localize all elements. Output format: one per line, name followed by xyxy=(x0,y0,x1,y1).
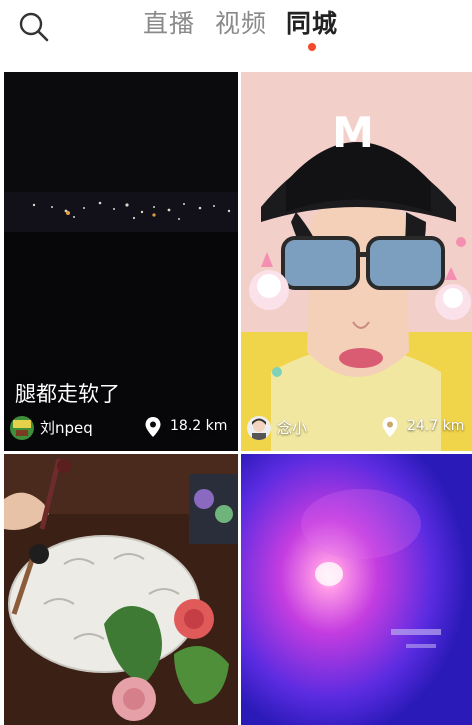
video-meta: 念小 24.7 km xyxy=(241,412,472,442)
video-meta: 刘npeq 18.2 km xyxy=(4,412,238,442)
top-navigation-bar: 直播 视频 同城 xyxy=(0,0,472,70)
username[interactable]: 念小 xyxy=(277,417,307,438)
svg-text:M: M xyxy=(332,108,374,157)
video-card[interactable] xyxy=(4,454,238,725)
avatar[interactable] xyxy=(247,416,271,440)
tab-nearby[interactable]: 同城 xyxy=(286,6,338,42)
video-thumbnail xyxy=(4,454,238,725)
location-pin-icon xyxy=(382,417,398,437)
distance: 18.2 km xyxy=(170,418,228,434)
username[interactable]: 刘npeq xyxy=(40,417,93,438)
distance: 24.7 km xyxy=(407,418,465,434)
location-pin-icon xyxy=(145,417,161,437)
tab-live[interactable]: 直播 xyxy=(143,6,195,42)
video-title: 腿都走软了 xyxy=(15,382,120,406)
video-card[interactable]: 腿都走软了 刘npeq 18.2 km xyxy=(4,72,238,451)
active-tab-indicator xyxy=(308,43,316,51)
video-thumbnail: M xyxy=(241,72,472,451)
feed-tabs: 直播 视频 同城 xyxy=(0,6,472,46)
avatar[interactable] xyxy=(10,416,34,440)
video-card[interactable] xyxy=(241,454,472,725)
video-thumbnail xyxy=(241,454,472,725)
video-feed-grid: 腿都走软了 刘npeq 18.2 km M 念小 24.7 km xyxy=(0,70,472,725)
tab-video[interactable]: 视频 xyxy=(215,6,267,42)
video-card[interactable]: M 念小 24.7 km xyxy=(241,72,472,451)
